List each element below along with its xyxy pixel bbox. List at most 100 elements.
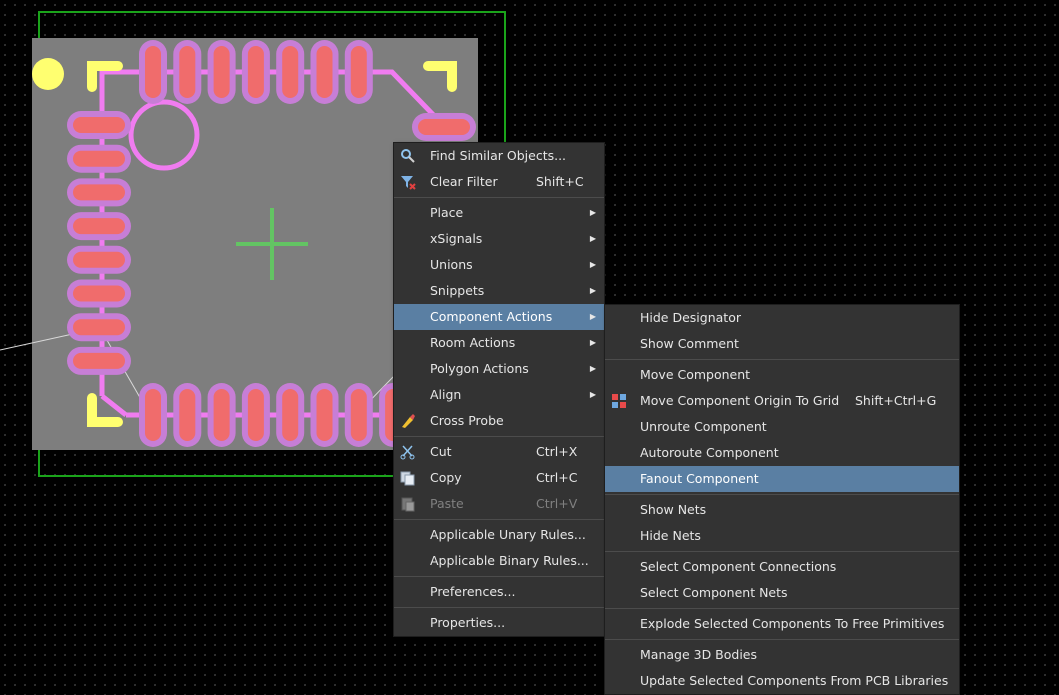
context-menu-item-label: Room Actions bbox=[430, 335, 516, 350]
submenu-arrow-icon: ▶ bbox=[589, 390, 596, 399]
component-actions-submenu: Hide Designator Show Comment Move Componen… bbox=[604, 304, 960, 695]
submenu-item-show-nets[interactable]: Show Nets bbox=[605, 497, 959, 523]
submenu-item-label: Autoroute Component bbox=[640, 445, 779, 460]
submenu-item-manage-3d-bodies[interactable]: Manage 3D Bodies bbox=[605, 642, 959, 668]
submenu-item-hide-designator[interactable]: Hide Designator bbox=[605, 305, 959, 331]
submenu-item-select-component-nets[interactable]: Select Component Nets bbox=[605, 580, 959, 606]
pad-top-4[interactable] bbox=[241, 40, 270, 104]
shortcut-text: Shift+C bbox=[536, 174, 584, 189]
pad-top-1[interactable] bbox=[139, 40, 167, 104]
submenu-item-label: Explode Selected Components To Free Prim… bbox=[640, 616, 945, 631]
pad-left-1[interactable] bbox=[67, 111, 131, 139]
shortcut-text: Ctrl+X bbox=[536, 444, 578, 459]
pad-left-3[interactable] bbox=[67, 178, 131, 207]
context-menu-separator bbox=[394, 519, 604, 520]
submenu-separator bbox=[605, 639, 959, 640]
context-menu-item-label: Component Actions bbox=[430, 309, 553, 324]
scissors-icon bbox=[400, 444, 416, 460]
context-menu-item-place[interactable]: Place ▶ bbox=[394, 200, 604, 226]
context-menu-item-polygon-actions[interactable]: Polygon Actions ▶ bbox=[394, 356, 604, 382]
pad-bottom-5[interactable] bbox=[276, 383, 305, 447]
context-menu-item-label: Align bbox=[430, 387, 462, 402]
submenu-item-show-comment[interactable]: Show Comment bbox=[605, 331, 959, 357]
shortcut-text: Shift+Ctrl+G bbox=[855, 393, 937, 408]
cross-probe-icon bbox=[400, 413, 416, 429]
submenu-item-label: Update Selected Components From PCB Libr… bbox=[640, 673, 949, 688]
paste-icon bbox=[400, 496, 416, 512]
context-menu-item-clear-filter[interactable]: Clear Filter Shift+C bbox=[394, 169, 604, 195]
submenu-item-fanout-component[interactable]: Fanout Component bbox=[605, 466, 959, 492]
pad-bottom-1[interactable] bbox=[139, 383, 167, 447]
pad-bottom-3[interactable] bbox=[207, 383, 236, 447]
submenu-item-autoroute-component[interactable]: Autoroute Component bbox=[605, 440, 959, 466]
submenu-item-label: Manage 3D Bodies bbox=[640, 647, 758, 662]
submenu-separator bbox=[605, 359, 959, 360]
context-menu-item-label: Clear Filter bbox=[430, 174, 498, 189]
context-menu-item-label: Cut bbox=[430, 444, 452, 459]
context-menu-item-label: Polygon Actions bbox=[430, 361, 529, 376]
submenu-item-label: Hide Designator bbox=[640, 310, 741, 325]
pad-bottom-4[interactable] bbox=[241, 383, 270, 447]
context-menu-item-snippets[interactable]: Snippets ▶ bbox=[394, 278, 604, 304]
filter-clear-icon bbox=[400, 174, 416, 190]
context-menu-item-paste[interactable]: Paste Ctrl+V bbox=[394, 491, 604, 517]
pad-right-1[interactable] bbox=[412, 113, 476, 141]
context-menu-item-room-actions[interactable]: Room Actions ▶ bbox=[394, 330, 604, 356]
context-menu-item-component-actions[interactable]: Component Actions ▶ bbox=[394, 304, 604, 330]
context-menu-item-unions[interactable]: Unions ▶ bbox=[394, 252, 604, 278]
context-menu-item-xsignals[interactable]: xSignals ▶ bbox=[394, 226, 604, 252]
pad-top-3[interactable] bbox=[207, 40, 236, 104]
submenu-item-explode-selected-components-to-free-primitives[interactable]: Explode Selected Components To Free Prim… bbox=[605, 611, 959, 637]
context-menu-item-label: Find Similar Objects... bbox=[430, 148, 567, 163]
submenu-arrow-icon: ▶ bbox=[589, 260, 596, 269]
magnifier-icon bbox=[400, 148, 416, 164]
pad-left-7[interactable] bbox=[67, 313, 131, 342]
submenu-item-label: Move Component bbox=[640, 367, 751, 382]
pad-top-7[interactable] bbox=[344, 40, 373, 104]
pad-left-6[interactable] bbox=[67, 279, 131, 308]
context-menu-item-properties[interactable]: Properties... bbox=[394, 610, 604, 636]
context-menu-item-cut[interactable]: Cut Ctrl+X bbox=[394, 439, 604, 465]
submenu-item-move-component[interactable]: Move Component bbox=[605, 362, 959, 388]
context-menu-item-align[interactable]: Align ▶ bbox=[394, 382, 604, 408]
pad-left-5[interactable] bbox=[67, 245, 131, 274]
pad-left-8[interactable] bbox=[67, 346, 131, 375]
submenu-item-label: Select Component Connections bbox=[640, 559, 837, 574]
pin1-dot bbox=[32, 58, 64, 90]
submenu-arrow-icon: ▶ bbox=[589, 338, 596, 347]
pad-bottom-6[interactable] bbox=[310, 383, 339, 447]
submenu-item-label: Unroute Component bbox=[640, 419, 767, 434]
submenu-separator bbox=[605, 494, 959, 495]
submenu-item-hide-nets[interactable]: Hide Nets bbox=[605, 523, 959, 549]
context-menu-item-applicable-unary-rules[interactable]: Applicable Unary Rules... bbox=[394, 522, 604, 548]
context-menu-item-cross-probe[interactable]: Cross Probe bbox=[394, 408, 604, 434]
context-menu-item-label: Paste bbox=[430, 496, 464, 511]
pad-left-2[interactable] bbox=[67, 144, 131, 173]
context-menu-item-copy[interactable]: Copy Ctrl+C bbox=[394, 465, 604, 491]
context-menu-item-label: Properties... bbox=[430, 615, 506, 630]
pad-bottom-2[interactable] bbox=[173, 383, 202, 447]
submenu-item-label: Show Nets bbox=[640, 502, 707, 517]
submenu-arrow-icon: ▶ bbox=[589, 234, 596, 243]
context-menu-separator bbox=[394, 197, 604, 198]
pad-bottom-7[interactable] bbox=[344, 383, 373, 447]
context-menu-item-label: Preferences... bbox=[430, 584, 516, 599]
context-menu-item-label: Snippets bbox=[430, 283, 485, 298]
context-menu-item-find-similar-objects[interactable]: Find Similar Objects... bbox=[394, 143, 604, 169]
submenu-item-unroute-component[interactable]: Unroute Component bbox=[605, 414, 959, 440]
submenu-arrow-icon: ▶ bbox=[589, 286, 596, 295]
submenu-item-select-component-connections[interactable]: Select Component Connections bbox=[605, 554, 959, 580]
submenu-arrow-icon: ▶ bbox=[589, 208, 596, 217]
pad-left-4[interactable] bbox=[67, 212, 131, 241]
context-menu-separator bbox=[394, 607, 604, 608]
context-menu-item-label: xSignals bbox=[430, 231, 483, 246]
submenu-item-update-selected-components-from-pcb-libraries[interactable]: Update Selected Components From PCB Libr… bbox=[605, 668, 959, 694]
pad-top-2[interactable] bbox=[173, 40, 202, 104]
context-menu-item-preferences[interactable]: Preferences... bbox=[394, 579, 604, 605]
context-menu-item-label: Unions bbox=[430, 257, 473, 272]
pad-top-5[interactable] bbox=[276, 40, 305, 104]
pad-top-6[interactable] bbox=[310, 40, 339, 104]
context-menu-item-applicable-binary-rules[interactable]: Applicable Binary Rules... bbox=[394, 548, 604, 574]
context-menu-item-label: Place bbox=[430, 205, 464, 220]
submenu-item-move-component-origin-to-grid[interactable]: Move Component Origin To Grid Shift+Ctrl+… bbox=[605, 388, 959, 414]
